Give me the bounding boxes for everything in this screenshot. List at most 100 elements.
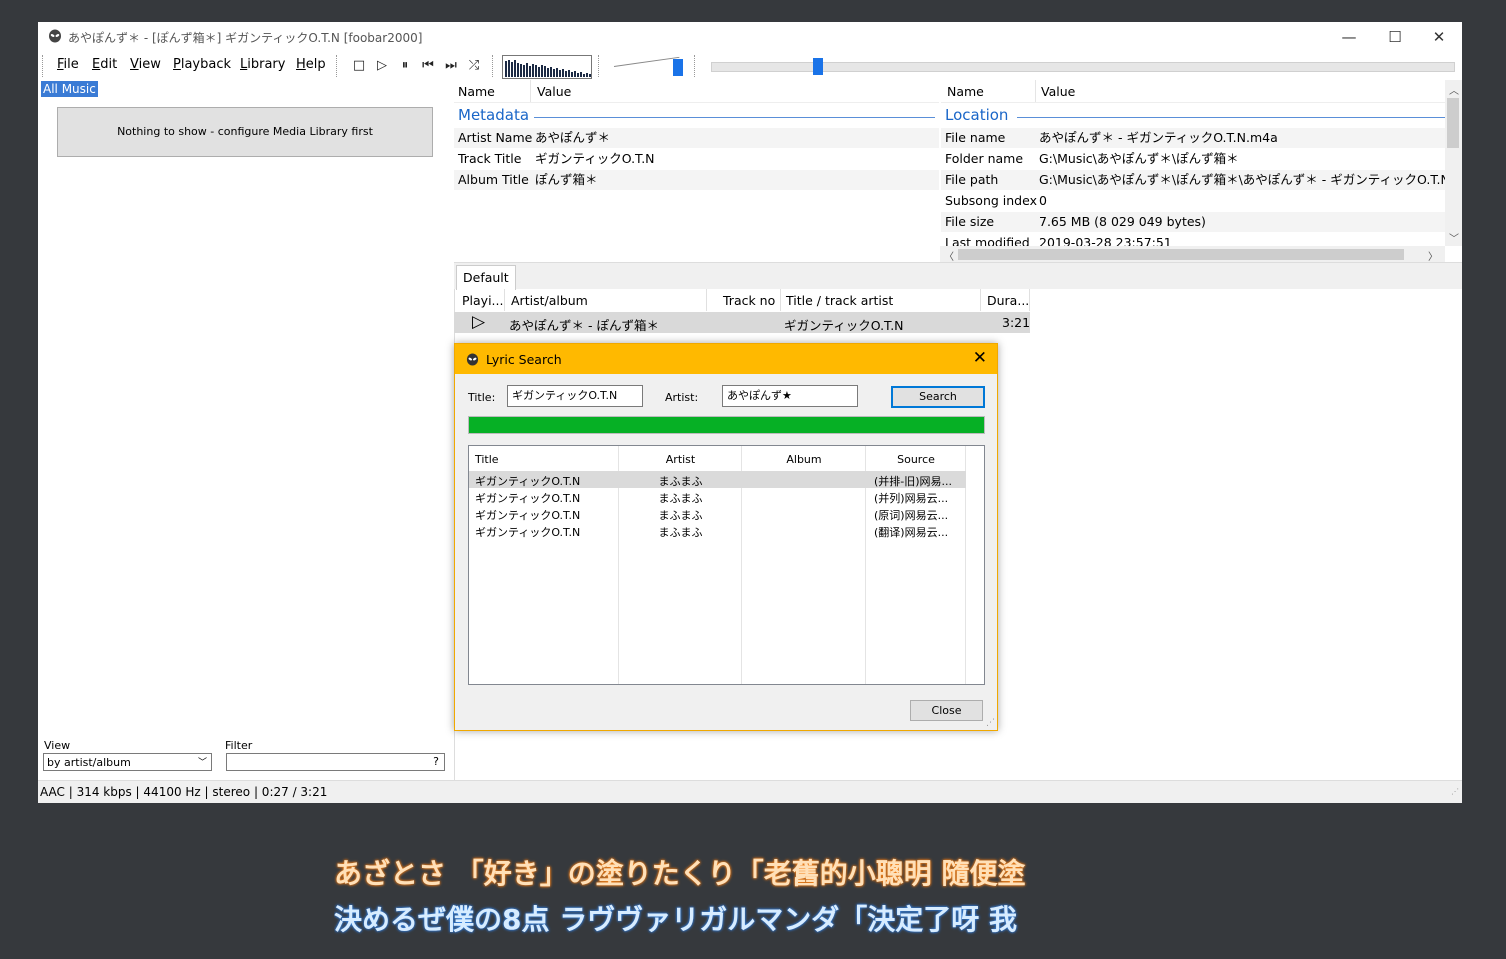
next-icon[interactable]: ⏭ bbox=[444, 59, 458, 73]
menu-edit[interactable]: Edit bbox=[92, 57, 117, 72]
scroll-left-icon[interactable]: 〈 bbox=[944, 248, 954, 263]
col-artist[interactable]: Artist bbox=[619, 453, 742, 466]
view-label: View bbox=[44, 739, 71, 752]
play-icon[interactable]: ▷ bbox=[375, 59, 389, 73]
properties-header: Name Value bbox=[941, 80, 1445, 103]
spectrum-bar bbox=[520, 64, 522, 77]
properties-horizontal-scrollbar[interactable]: 〈 〉 bbox=[940, 246, 1445, 263]
property-row[interactable]: Last modified 2019-03-28 23:57:51 bbox=[941, 233, 1445, 246]
search-button[interactable]: Search bbox=[891, 386, 985, 408]
configure-library-button[interactable]: Nothing to show - configure Media Librar… bbox=[57, 107, 433, 157]
spectrum-bar bbox=[535, 65, 537, 77]
tab-default[interactable]: Default bbox=[456, 265, 516, 290]
group-metadata: Metadata bbox=[458, 106, 530, 124]
menu-library[interactable]: Library bbox=[240, 57, 285, 72]
property-row[interactable]: Subsong index 0 bbox=[941, 191, 1445, 211]
properties-metadata: Name Value Metadata Artist Name あやぽんず＊ Tr… bbox=[454, 80, 939, 262]
close-dialog-button[interactable]: Close bbox=[910, 700, 983, 721]
col-track-no[interactable]: Track no bbox=[723, 293, 775, 308]
all-music-node[interactable]: All Music bbox=[41, 81, 98, 97]
filter-label: Filter bbox=[225, 739, 253, 752]
result-row[interactable]: ギガンティックO.T.N まふまふ (并排-旧)网易... bbox=[469, 471, 966, 488]
property-row[interactable]: Folder name G:\Music\あやぽんず＊\ぽんず箱＊ bbox=[941, 149, 1445, 169]
menu-bar: File Edit View Playback Library Help □ ▷… bbox=[38, 52, 1462, 80]
spectrum-bar bbox=[553, 69, 555, 77]
spectrum-bar bbox=[550, 67, 552, 77]
stop-icon[interactable]: □ bbox=[352, 59, 366, 73]
property-row[interactable]: File path G:\Music\あやぽんず＊\ぽんず箱＊\あやぽんず＊ - … bbox=[941, 170, 1445, 190]
maximize-button[interactable]: ☐ bbox=[1372, 22, 1418, 52]
spectrum-bar bbox=[574, 71, 576, 77]
property-row[interactable]: Artist Name あやぽんず＊ bbox=[454, 128, 939, 148]
desktop-lyric-line-2: 決めるぜ僕の8点 ラヴヴァリガルマンダ「決定了呀 我 bbox=[334, 903, 1017, 936]
spectrum-bar bbox=[541, 65, 543, 77]
result-row[interactable]: ギガンティックO.T.N まふまふ (原词)网易云... bbox=[469, 505, 966, 522]
col-value[interactable]: Value bbox=[537, 84, 571, 99]
spectrum-bar bbox=[577, 73, 579, 77]
spectrum-bar bbox=[568, 70, 570, 77]
filter-input[interactable]: ? bbox=[226, 753, 445, 771]
spectrum-bar bbox=[526, 63, 528, 77]
col-value[interactable]: Value bbox=[1041, 84, 1075, 99]
volume-track[interactable] bbox=[613, 56, 680, 67]
close-button[interactable]: ✕ bbox=[1416, 22, 1462, 52]
title-label: Title: bbox=[468, 391, 496, 404]
spectrum-bar bbox=[544, 66, 546, 77]
filter-help-icon[interactable]: ? bbox=[433, 755, 439, 768]
col-name[interactable]: Name bbox=[458, 84, 495, 99]
window-title: あやぽんず＊ - [ぽんず箱＊] ギガンティックO.T.N [foobar200… bbox=[68, 31, 423, 45]
dialog-close-icon[interactable]: ✕ bbox=[973, 348, 987, 368]
menu-help[interactable]: Help bbox=[296, 57, 326, 72]
resize-grip-icon[interactable]: ⋰ bbox=[1451, 787, 1459, 796]
col-playing[interactable]: Playi... bbox=[462, 293, 503, 308]
dialog-title: Lyric Search bbox=[486, 352, 562, 367]
title-bar: あやぽんず＊ - [ぽんず箱＊] ギガンティックO.T.N [foobar200… bbox=[38, 22, 1462, 52]
volume-slider-thumb[interactable] bbox=[673, 59, 683, 76]
artist-input[interactable]: あやぽんず★ bbox=[722, 385, 858, 407]
menu-view[interactable]: View bbox=[130, 57, 161, 72]
scroll-right-icon[interactable]: 〉 bbox=[1428, 248, 1438, 263]
spectrum-bar bbox=[586, 73, 588, 77]
col-title[interactable]: Title bbox=[475, 453, 499, 466]
col-duration[interactable]: Dura... bbox=[987, 293, 1029, 308]
chevron-down-icon: ﹀ bbox=[197, 758, 207, 768]
view-select[interactable]: by artist/album ﹀ bbox=[43, 753, 212, 771]
menu-playback[interactable]: Playback bbox=[173, 57, 231, 72]
spectrum-bar bbox=[559, 70, 561, 77]
menu-file[interactable]: File bbox=[57, 57, 79, 72]
scroll-up-icon[interactable]: ︿ bbox=[1449, 82, 1459, 97]
toolbar-separator bbox=[694, 55, 696, 77]
random-icon[interactable]: ⤮ bbox=[467, 59, 481, 73]
minimize-button[interactable]: — bbox=[1326, 22, 1372, 52]
property-row[interactable]: File name あやぽんず＊ - ギガンティックO.T.N.m4a bbox=[941, 128, 1445, 148]
results-list[interactable]: Title Artist Album Source ギガンティックO.T.N ま… bbox=[468, 445, 985, 685]
property-row[interactable]: Track Title ギガンティックO.T.N bbox=[454, 149, 939, 169]
spectrum-bar bbox=[505, 61, 507, 77]
property-row[interactable]: Album Title ぽんず箱＊ bbox=[454, 170, 939, 190]
spectrum-bar bbox=[571, 72, 573, 77]
lyric-search-dialog: Lyric Search ✕ Title: ギガンティックO.T.N Artis… bbox=[454, 343, 998, 731]
result-row[interactable]: ギガンティックO.T.N まふまふ (并列)网易云... bbox=[469, 488, 966, 505]
pause-icon[interactable]: ⏸ bbox=[398, 59, 412, 73]
scroll-down-icon[interactable]: ﹀ bbox=[1449, 230, 1459, 245]
previous-icon[interactable]: ⏮ bbox=[421, 59, 435, 73]
property-row[interactable]: File size 7.65 MB (8 029 049 bytes) bbox=[941, 212, 1445, 232]
playlist-row[interactable]: ▷ あやぽんず＊ - ぽんず箱＊ ギガンティックO.T.N 3:21 bbox=[454, 312, 1030, 333]
playlist-tabs: Default bbox=[454, 262, 1462, 290]
row-artist-album: あやぽんず＊ - ぽんず箱＊ bbox=[509, 318, 659, 333]
alien-icon bbox=[49, 29, 61, 43]
spectrum-bar bbox=[583, 74, 585, 77]
result-row[interactable]: ギガンティックO.T.N まふまふ (翻译)网易云... bbox=[469, 522, 966, 539]
seekbar-thumb[interactable] bbox=[813, 58, 824, 75]
col-title[interactable]: Title / track artist bbox=[786, 293, 893, 308]
scroll-thumb[interactable] bbox=[1447, 98, 1459, 148]
col-source[interactable]: Source bbox=[866, 453, 966, 466]
col-artist-album[interactable]: Artist/album bbox=[511, 293, 588, 308]
col-name[interactable]: Name bbox=[947, 84, 984, 99]
title-input[interactable]: ギガンティックO.T.N bbox=[507, 385, 643, 407]
scroll-thumb[interactable] bbox=[958, 249, 1404, 260]
resize-grip-icon[interactable]: ⋰ bbox=[986, 718, 995, 728]
properties-vertical-scrollbar[interactable]: ︿ ﹀ bbox=[1445, 80, 1462, 246]
toolbar-separator bbox=[598, 55, 600, 77]
col-album[interactable]: Album bbox=[742, 453, 866, 466]
